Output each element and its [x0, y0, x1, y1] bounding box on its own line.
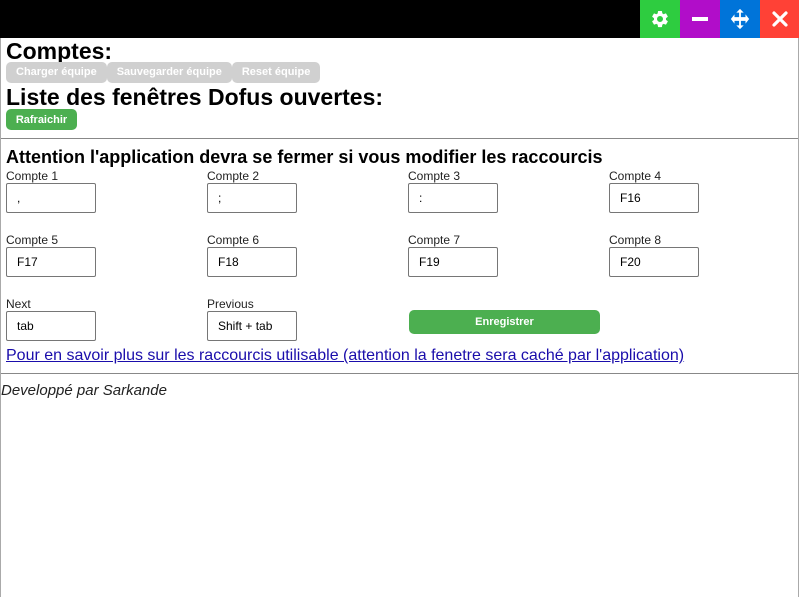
shortcut-label: Compte 7 — [408, 233, 461, 247]
title-bar[interactable] — [0, 0, 799, 38]
gear-icon — [652, 10, 668, 28]
shortcut-field-compte-5: Compte 5 — [6, 233, 196, 277]
shortcut-field-compte-6: Compte 6 — [207, 233, 397, 277]
shortcut-field-compte-2: Compte 2 — [207, 169, 397, 213]
accounts-title: Comptes: — [6, 38, 113, 64]
divider — [1, 373, 798, 374]
shortcut-field-previous: Previous — [207, 297, 397, 341]
minus-icon — [692, 17, 708, 21]
shortcut-field-compte-4: Compte 4 — [609, 169, 799, 213]
shortcut-label: Compte 6 — [207, 233, 260, 247]
close-icon — [771, 11, 788, 27]
load-team-button[interactable]: Charger équipe — [6, 62, 107, 83]
shortcut-input-compte-1[interactable] — [6, 183, 96, 213]
shortcut-input-next[interactable] — [6, 311, 96, 341]
shortcut-label: Compte 8 — [609, 233, 662, 247]
shortcut-input-compte-7[interactable] — [408, 247, 498, 277]
footer-credit: Developpé par Sarkande — [1, 382, 167, 399]
shortcut-input-compte-3[interactable] — [408, 183, 498, 213]
shortcut-label: Compte 1 — [6, 169, 59, 183]
shortcut-label: Compte 4 — [609, 169, 662, 183]
settings-button[interactable] — [640, 0, 680, 38]
move-arrows-icon — [730, 8, 750, 30]
shortcut-input-previous[interactable] — [207, 311, 297, 341]
shortcut-label: Previous — [207, 297, 254, 311]
minimize-button[interactable] — [680, 0, 720, 38]
save-team-button[interactable]: Sauvegarder équipe — [106, 62, 232, 83]
shortcut-input-compte-8[interactable] — [609, 247, 699, 277]
shortcut-label: Compte 2 — [207, 169, 260, 183]
shortcut-field-compte-7: Compte 7 — [408, 233, 598, 277]
main-content: Comptes: Charger équipe Sauvegarder équi… — [0, 38, 799, 597]
shortcut-field-compte-3: Compte 3 — [408, 169, 598, 213]
warning-text: Attention l'application devra se fermer … — [6, 147, 603, 167]
shortcuts-help-link[interactable]: Pour en savoir plus sur les raccourcis u… — [6, 347, 684, 365]
shortcut-input-compte-2[interactable] — [207, 183, 297, 213]
shortcut-input-compte-6[interactable] — [207, 247, 297, 277]
shortcut-label: Compte 5 — [6, 233, 59, 247]
refresh-button[interactable]: Rafraichir — [6, 109, 77, 130]
move-button[interactable] — [720, 0, 760, 38]
shortcut-field-compte-1: Compte 1 — [6, 169, 196, 213]
shortcut-field-next: Next — [6, 297, 196, 341]
close-button[interactable] — [760, 0, 799, 38]
shortcut-input-compte-4[interactable] — [609, 183, 699, 213]
shortcut-label: Next — [6, 297, 31, 311]
shortcut-input-compte-5[interactable] — [6, 247, 96, 277]
divider — [1, 138, 798, 139]
save-shortcuts-button[interactable]: Enregistrer — [409, 310, 600, 334]
reset-team-button[interactable]: Reset équipe — [231, 62, 321, 83]
windows-title: Liste des fenêtres Dofus ouvertes: — [6, 84, 384, 110]
shortcut-label: Compte 3 — [408, 169, 461, 183]
shortcut-field-compte-8: Compte 8 — [609, 233, 799, 277]
account-buttons: Charger équipe Sauvegarder équipe Reset … — [6, 62, 321, 83]
